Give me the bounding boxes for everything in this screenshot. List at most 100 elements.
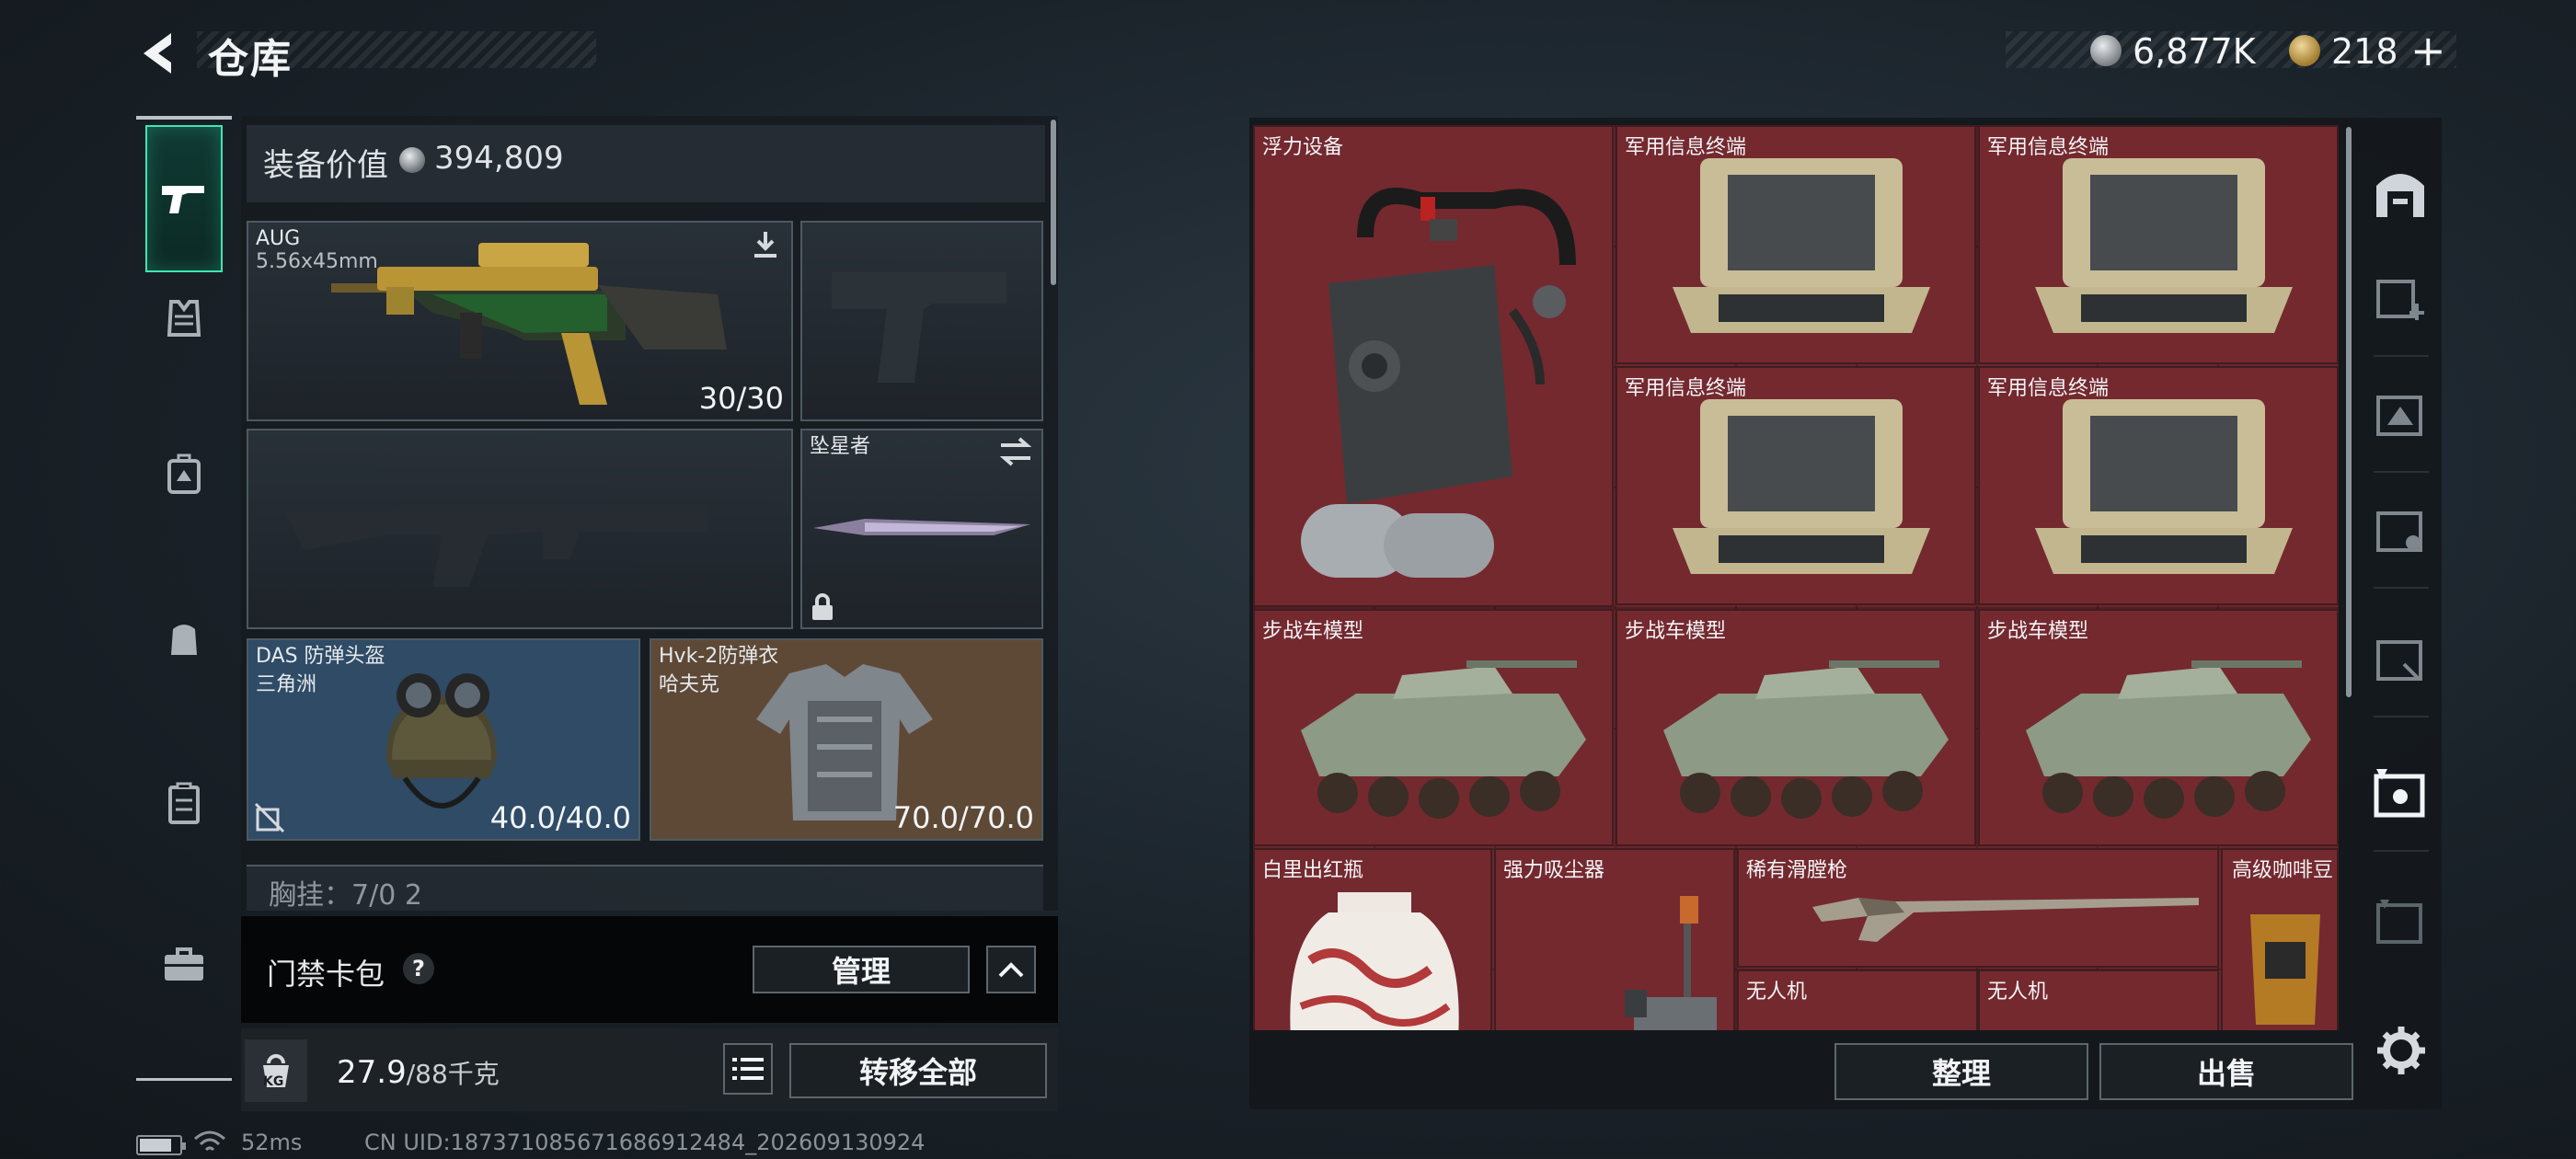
- equipment-scrollbar[interactable]: [1051, 120, 1056, 285]
- add-currency-button[interactable]: +: [2410, 26, 2446, 75]
- tab-divider: [2374, 587, 2429, 589]
- add-tab-icon: [2376, 280, 2424, 320]
- stash-item[interactable]: 军用信息终端: [1978, 366, 2339, 605]
- aug-rifle-image: [331, 243, 727, 405]
- sort-button[interactable]: 整理: [1834, 1043, 2088, 1100]
- rail-tab-container[interactable]: [147, 758, 221, 850]
- melee-slot[interactable]: 坠星者: [800, 429, 1043, 629]
- stash-item[interactable]: 军用信息终端: [1616, 125, 1976, 364]
- tab-divider: [2374, 850, 2429, 852]
- list-view-button[interactable]: [723, 1043, 773, 1095]
- vacuum-cleaner-image: [1625, 896, 1717, 1030]
- item-label: 强力吸尘器: [1503, 859, 1605, 882]
- stash-item[interactable]: 无人机: [1978, 970, 2219, 1030]
- stash-item[interactable]: 白里出红瓶: [1253, 848, 1492, 1030]
- item-label: 白里出红瓶: [1262, 859, 1364, 882]
- stash-tab-extension[interactable]: [2361, 241, 2440, 355]
- no-repair-icon: [254, 802, 285, 833]
- gear-icon: [2377, 1027, 2425, 1074]
- terminal-image: [2035, 158, 2293, 333]
- stash-tab-4[interactable]: [2361, 602, 2440, 716]
- silver-currency-amount: 6,877K: [2133, 31, 2256, 72]
- chevron-up-icon: [998, 962, 1024, 978]
- weight-icon-text: KG: [263, 1074, 284, 1089]
- primary-weapon-slot[interactable]: AUG 5.56x45mm 30/30: [247, 221, 793, 421]
- stash-item[interactable]: 步战车模型: [1253, 609, 1614, 846]
- stash-item[interactable]: 强力吸尘器: [1494, 848, 1735, 1030]
- rail-divider-bottom: [136, 1078, 232, 1081]
- rail-tab-case[interactable]: [147, 918, 221, 1010]
- weapon-ammo-count: 30/30: [698, 381, 784, 416]
- melee-name: 坠星者: [810, 435, 871, 458]
- warehouse-icon: [2376, 174, 2424, 217]
- stash-item[interactable]: 步战车模型: [1978, 609, 2339, 846]
- stash-tab-5[interactable]: [2361, 736, 2440, 850]
- stash-grid: 浮力设备 军用信息终端 军用信息终端 军用信息终端 军用信息终端 步战车模型 步…: [1253, 125, 2339, 1030]
- swap-icon[interactable]: [997, 436, 1034, 467]
- armor-slot[interactable]: Hvk-2防弹衣 哈夫克 70.0/70.0: [650, 638, 1043, 841]
- equipment-value-amount: 394,809: [434, 140, 564, 177]
- settings-button[interactable]: [2374, 1023, 2429, 1078]
- chest-rig-label: 胸挂：7/0 2: [269, 879, 422, 912]
- item-label: 高级咖啡豆: [2231, 859, 2333, 882]
- item-label: 无人机: [1987, 981, 2049, 1004]
- weight-current: 27.9: [337, 1054, 407, 1091]
- ifv-model-image: [1301, 660, 1586, 819]
- stash-item[interactable]: 稀有滑膛枪: [1737, 848, 2219, 968]
- stash-page-icon: [2376, 640, 2422, 681]
- vase-image: [1290, 892, 1459, 1030]
- pistol-silhouette-icon: [832, 272, 1006, 383]
- sell-button[interactable]: 出售: [2099, 1043, 2353, 1100]
- rail-tab-backpack[interactable]: [147, 429, 221, 521]
- coffee-bag-image: [2250, 914, 2320, 1025]
- buoyancy-device-image: [1301, 188, 1576, 578]
- stash-page-icon: [2376, 511, 2422, 552]
- stash-tab-all[interactable]: [2361, 136, 2440, 250]
- stash-page-icon: [2376, 396, 2422, 436]
- stash-tab-6[interactable]: [2361, 865, 2440, 979]
- equipment-value-label: 装备价值: [263, 147, 388, 184]
- secondary-weapon-slot[interactable]: [800, 221, 1043, 421]
- value-coin-icon: [399, 147, 425, 173]
- page-title: 仓库: [208, 36, 293, 83]
- transfer-all-button[interactable]: 转移全部: [789, 1043, 1047, 1098]
- equipment-category-rail: [136, 116, 232, 1084]
- helmet-brand: 三角洲: [256, 673, 317, 696]
- briefcase-icon: [165, 947, 203, 981]
- rifle-silhouette-icon: [285, 504, 708, 587]
- helmet-slot[interactable]: DAS 防弹头盔 三角洲 40.0/40.0: [247, 638, 640, 841]
- stash-item[interactable]: 步战车模型: [1616, 609, 1976, 846]
- vest-icon: [167, 300, 201, 337]
- battery-level: [140, 1139, 171, 1152]
- stash-tab-3[interactable]: [2361, 473, 2440, 587]
- stash-item[interactable]: 无人机: [1737, 970, 1978, 1030]
- uid-text: CN UID:187371085671686912484_20260913092…: [364, 1130, 926, 1155]
- stash-tab-2[interactable]: [2361, 357, 2440, 471]
- rail-tab-vest[interactable]: [147, 272, 221, 364]
- stash-item[interactable]: 军用信息终端: [1978, 125, 2339, 364]
- terminal-image: [1673, 158, 1930, 333]
- item-label: 浮力设备: [1262, 136, 1344, 159]
- gold-currency-amount: 218: [2331, 31, 2398, 72]
- weight-readout: 27.9/88千克: [337, 1054, 500, 1091]
- help-icon[interactable]: ?: [403, 953, 434, 984]
- weapon-name: AUG: [256, 227, 301, 250]
- manage-button[interactable]: 管理: [753, 946, 970, 993]
- lock-icon: [812, 593, 833, 620]
- tab-divider: [2374, 716, 2429, 717]
- stash-item[interactable]: 军用信息终端: [1616, 366, 1976, 605]
- secondary-rifle-slot[interactable]: [247, 429, 793, 629]
- gold-coin-icon: [2289, 35, 2320, 66]
- stash-item[interactable]: 高级咖啡豆: [2221, 848, 2339, 1030]
- back-button[interactable]: [134, 28, 186, 79]
- armor-brand: 哈夫克: [659, 673, 720, 696]
- rail-tab-weapons[interactable]: [145, 125, 223, 272]
- rail-tab-pouch[interactable]: [147, 592, 221, 684]
- stash-scrollbar[interactable]: [2346, 127, 2352, 697]
- expand-button[interactable]: [986, 946, 1036, 993]
- pouch-icon: [171, 625, 197, 655]
- weight-max: /88千克: [406, 1059, 500, 1089]
- stash-item[interactable]: 浮力设备: [1253, 125, 1614, 607]
- helmet-name: DAS 防弹头盔: [256, 645, 385, 668]
- silver-coin-icon: [2090, 35, 2122, 66]
